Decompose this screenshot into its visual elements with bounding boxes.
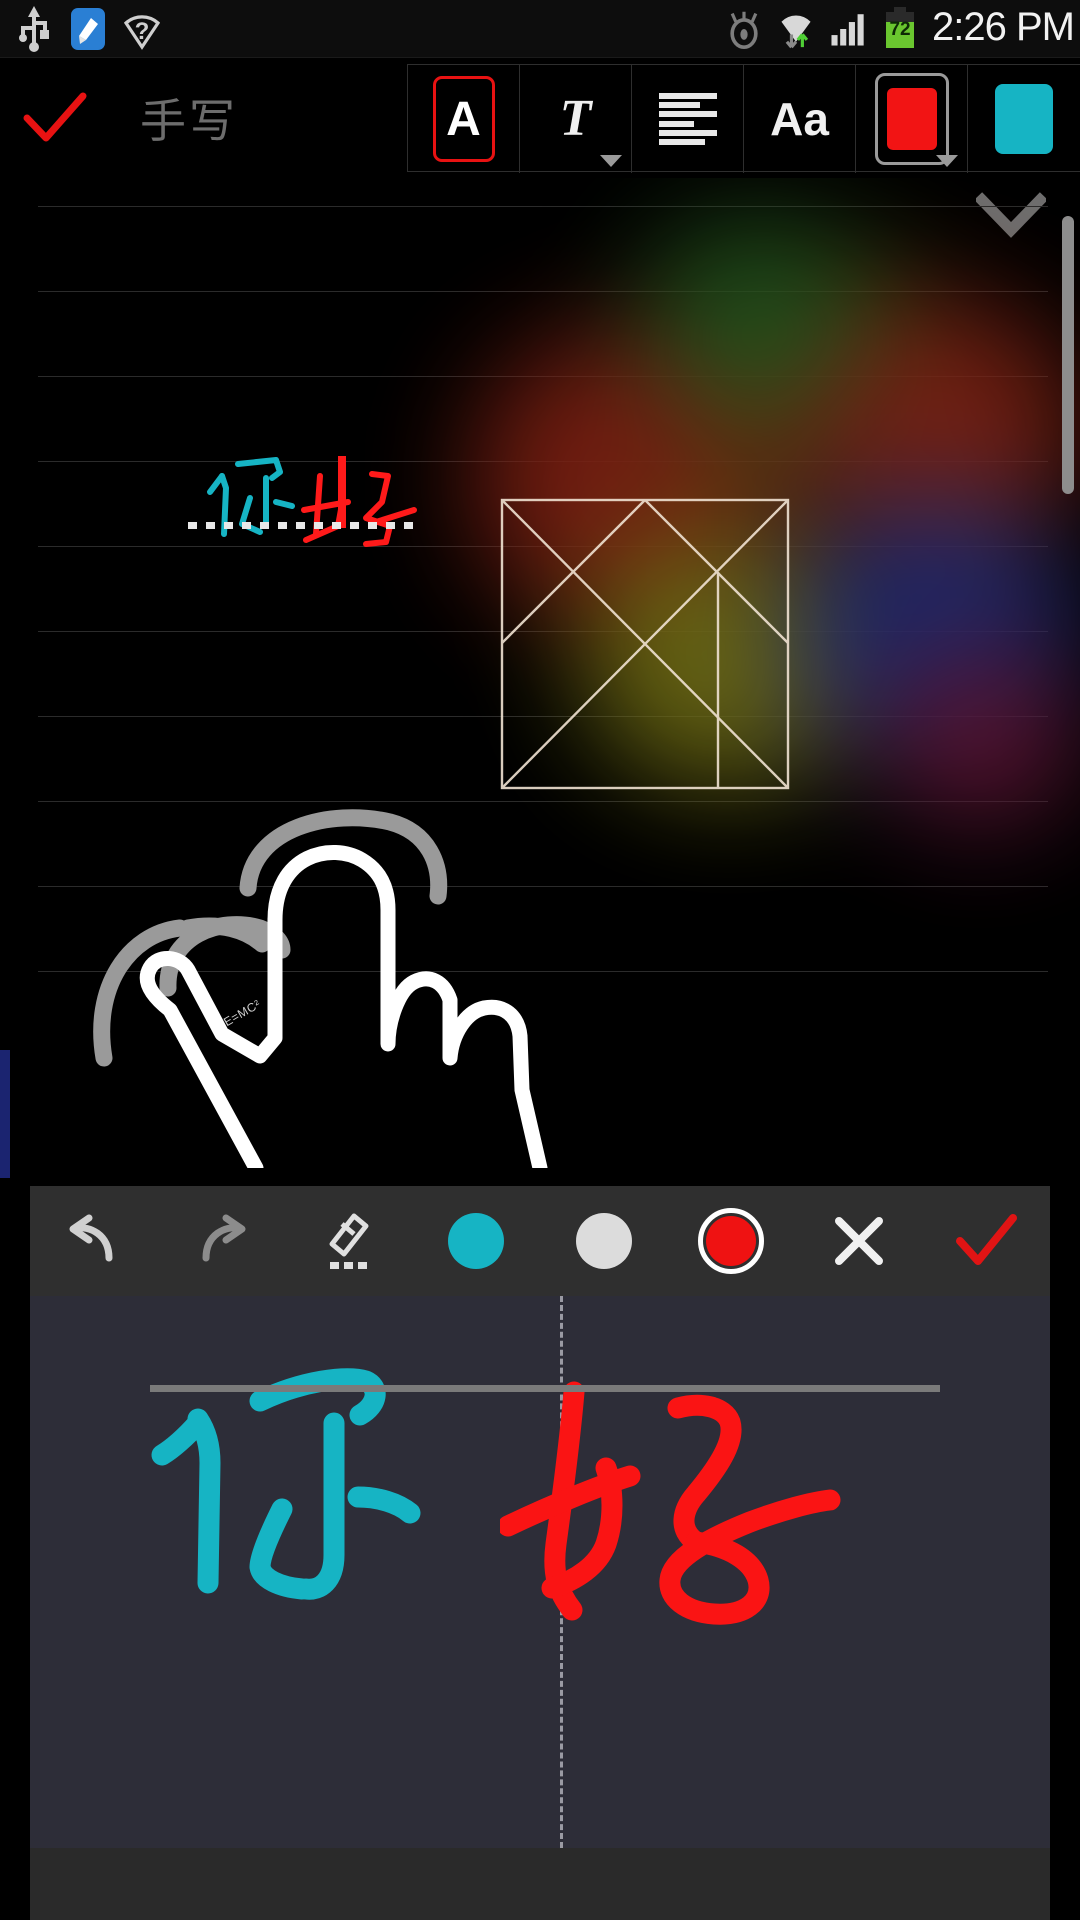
chevron-down-icon xyxy=(936,155,958,167)
color-dot-icon xyxy=(698,1208,765,1274)
text-color-swatch xyxy=(886,88,937,150)
rule-line xyxy=(38,291,1048,292)
left-edge-marker xyxy=(0,1050,10,1178)
text-color-button[interactable] xyxy=(856,65,968,173)
eye-icon xyxy=(724,7,764,51)
battery-icon: 72 xyxy=(880,6,920,52)
handwriting-toolbar xyxy=(30,1186,1050,1296)
font-size-label: Aa xyxy=(770,93,829,145)
status-bar-clock: 2:26 PM xyxy=(932,5,1075,49)
note-canvas[interactable]: E=MC² xyxy=(0,178,1080,1180)
format-toolbar-group: A T Aa xyxy=(407,64,1080,173)
pointing-hand-drawing xyxy=(93,809,548,1168)
color-white-button[interactable] xyxy=(540,1186,668,1296)
text-format-label: T xyxy=(559,90,592,147)
rule-line xyxy=(38,206,1048,207)
text-style-label: A xyxy=(432,76,495,162)
align-left-icon xyxy=(658,93,717,145)
text-caret xyxy=(338,456,346,528)
text-format-button[interactable]: T xyxy=(520,65,632,173)
note-scrollbar-thumb[interactable] xyxy=(1062,216,1074,494)
confirm-button[interactable] xyxy=(923,1186,1051,1296)
eraser-button[interactable] xyxy=(285,1186,413,1296)
note-confirm-button[interactable] xyxy=(0,58,110,178)
wifi-question-icon: ? xyxy=(122,7,162,51)
usb-icon xyxy=(14,5,54,52)
cell-signal-icon xyxy=(828,7,868,51)
undo-button[interactable] xyxy=(30,1186,158,1296)
status-bar[interactable]: ? 72 2:26 PM xyxy=(0,0,1080,58)
color-dot-icon xyxy=(448,1213,505,1269)
svg-text:?: ? xyxy=(135,18,150,45)
color-dot-icon xyxy=(575,1213,632,1269)
handwriting-baseline xyxy=(150,1385,940,1392)
color-red-button[interactable] xyxy=(668,1186,796,1296)
handwriting-panel-footer xyxy=(30,1848,1050,1920)
highlight-color-swatch xyxy=(995,84,1053,154)
text-style-button[interactable]: A xyxy=(408,65,520,173)
cancel-button[interactable] xyxy=(795,1186,923,1296)
wifi-signal-icon xyxy=(776,7,816,51)
rule-line xyxy=(38,376,1048,377)
app-cleaner-icon xyxy=(68,7,108,51)
battery-percent: 72 xyxy=(889,19,911,40)
top-toolbar: 手写 A T Aa xyxy=(0,58,1080,178)
collapse-toolbar-button[interactable] xyxy=(974,192,1048,243)
mode-label: 手写 xyxy=(140,95,238,147)
highlight-color-button[interactable] xyxy=(968,65,1080,173)
font-size-button[interactable]: Aa xyxy=(744,65,856,173)
handwriting-ink-second-char xyxy=(500,1381,841,1625)
dotted-underline xyxy=(188,522,416,529)
note-handwriting-preview xyxy=(207,457,417,547)
align-button[interactable] xyxy=(632,65,744,173)
text-color-frame xyxy=(874,73,949,165)
redo-button[interactable] xyxy=(158,1186,286,1296)
chevron-down-icon xyxy=(600,155,622,167)
color-cyan-button[interactable] xyxy=(413,1186,541,1296)
